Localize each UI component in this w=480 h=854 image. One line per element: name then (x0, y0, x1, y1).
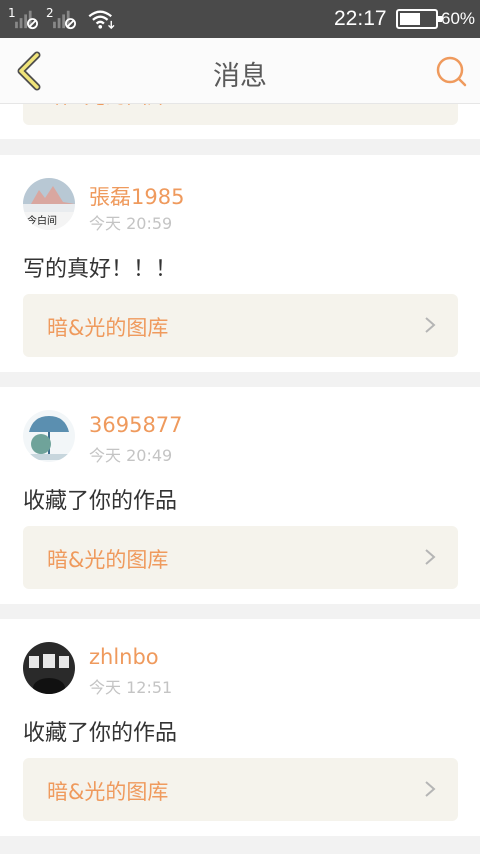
search-icon[interactable] (433, 53, 469, 89)
message-text: 收藏了你的作品 (23, 721, 178, 746)
timestamp: 今天 20:49 (89, 446, 173, 465)
gallery-link-label: 暗&光的图库 (47, 548, 169, 572)
chevron-right-icon (425, 781, 436, 797)
avatar[interactable] (23, 642, 75, 694)
gallery-link[interactable]: 暗&光的图库 (23, 294, 458, 357)
message-card: 3695877 今天 20:49 收藏了你的作品 暗&光的图库 (0, 387, 480, 604)
gallery-link-label: 暗&光的图库 (47, 780, 169, 804)
clock: 22:17 (334, 7, 387, 30)
username[interactable]: 張磊1985 (89, 181, 184, 211)
message-text: 收藏了你的作品 (23, 489, 178, 514)
gallery-link-label: 暗&光的图库 (47, 316, 169, 340)
battery-percent: 60% (441, 9, 476, 28)
timestamp: 今天 20:59 (89, 214, 173, 233)
username[interactable]: zhlnbo (89, 645, 159, 669)
username[interactable]: 3695877 (89, 413, 183, 437)
gallery-link[interactable]: 暗&光的图库 (23, 526, 458, 589)
message-card: zhlnbo 今天 12:51 收藏了你的作品 暗&光的图库 (0, 619, 480, 836)
nav-bar: 消息 (0, 38, 480, 104)
message-text: 写的真好！！！ (23, 257, 178, 282)
page-title: 消息 (213, 61, 267, 92)
chevron-right-icon (425, 317, 436, 333)
status-bar: 1 2 22:17 60% (0, 0, 480, 38)
timestamp: 今天 12:51 (89, 678, 173, 697)
message-card: 今白间 張磊1985 今天 20:59 写的真好！！！ 暗&光的图库 (0, 155, 480, 372)
chevron-right-icon (425, 549, 436, 565)
wifi-icon (88, 10, 115, 30)
avatar[interactable] (23, 410, 75, 462)
svg-text:今白间: 今白间 (27, 214, 57, 227)
signal-1-icon (15, 10, 38, 30)
signal-2-icon (53, 10, 76, 30)
gallery-link[interactable]: 暗&光的图库 (23, 758, 458, 821)
battery-icon (396, 9, 442, 29)
avatar[interactable]: 今白间 (23, 178, 75, 230)
